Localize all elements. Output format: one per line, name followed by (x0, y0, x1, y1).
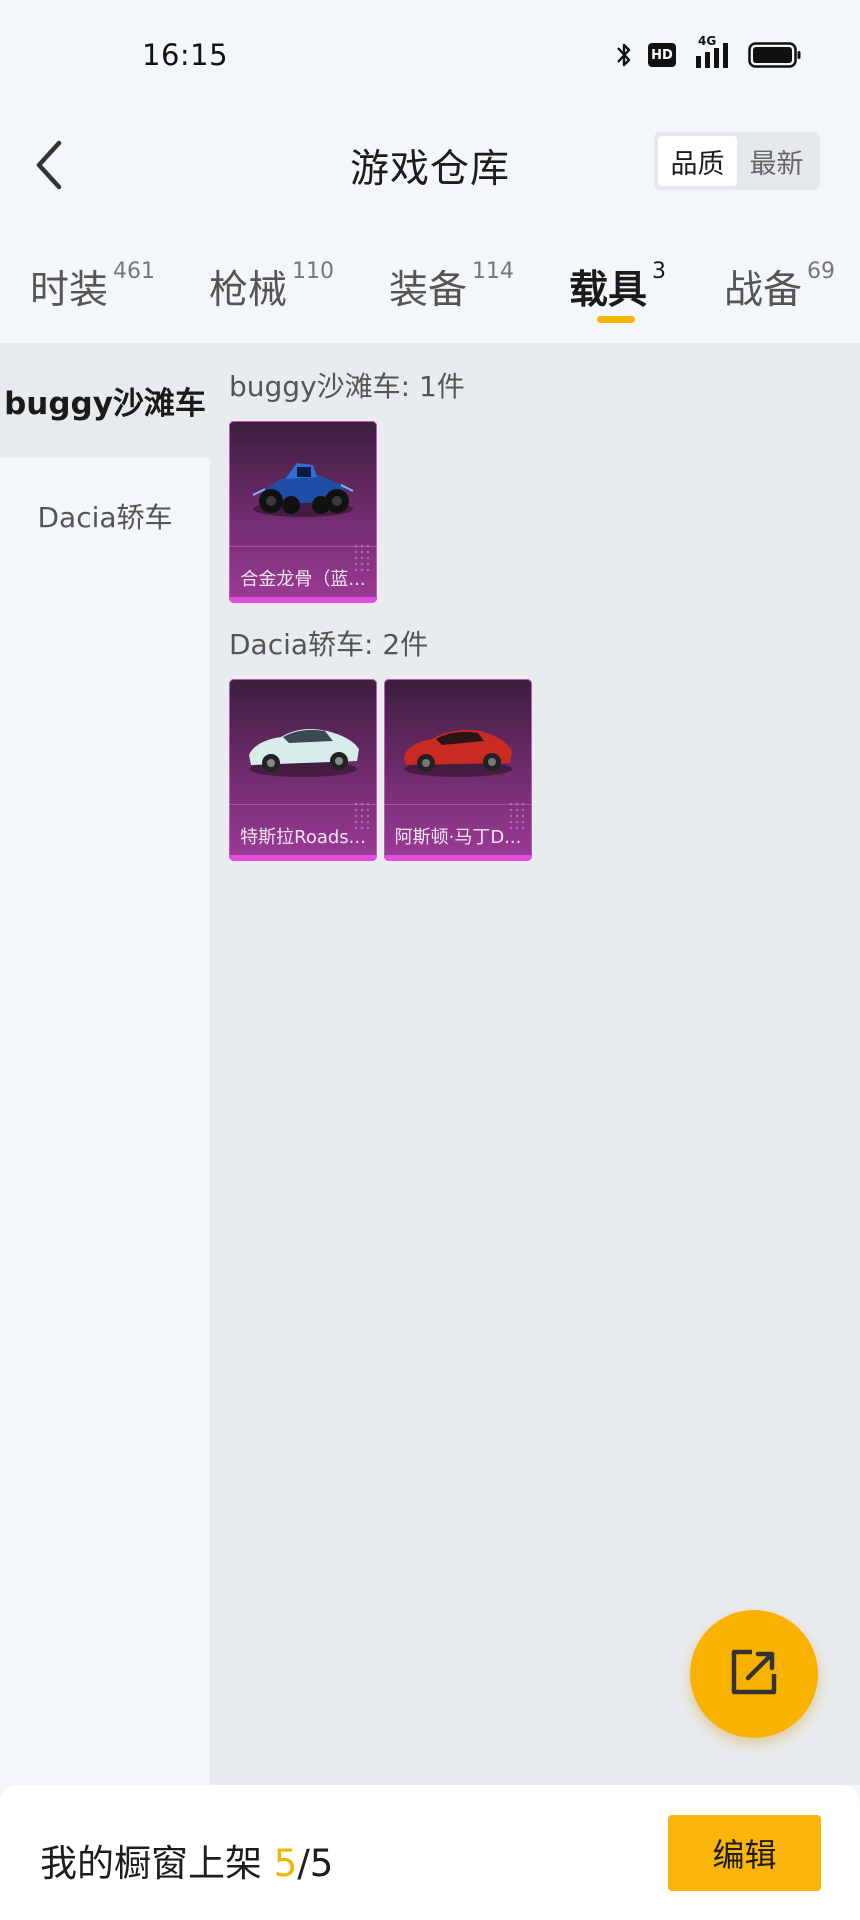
tab-supplies[interactable]: 战备 69 (724, 259, 835, 315)
group-title-dacia: Dacia轿车: 2件 (229, 628, 429, 661)
item-name: 合金龙骨（蓝... (240, 569, 366, 590)
status-bar: 16:15 HD 4G (0, 0, 860, 110)
red-sports-car-icon (396, 707, 520, 787)
share-icon (728, 1646, 780, 1702)
rarity-bar (229, 855, 377, 861)
sort-quality-option[interactable]: 品质 (658, 136, 737, 186)
tab-count: 114 (472, 259, 515, 284)
tab-count: 69 (807, 259, 836, 284)
bluetooth-icon (614, 40, 634, 70)
group-title-buggy: buggy沙滩车: 1件 (229, 370, 465, 403)
sidebar-item-dacia[interactable]: Dacia轿车 (0, 458, 210, 573)
bottom-bar: 我的橱窗上架 5/5 编辑 (0, 1785, 860, 1920)
tab-label: 枪械 (209, 268, 288, 313)
battery-icon (748, 41, 802, 69)
header: 游戏仓库 品质 最新 (0, 110, 860, 215)
rarity-bar (384, 855, 532, 861)
sidebar-item-buggy[interactable]: buggy沙滩车 (0, 343, 210, 458)
tab-weapons[interactable]: 枪械 110 (209, 259, 334, 315)
category-tabs: 时装 461 枪械 110 装备 114 载具 3 战备 69 (0, 215, 860, 343)
tab-label: 装备 (389, 268, 468, 313)
tab-fashion[interactable]: 时装 461 (30, 259, 155, 315)
showcase-label: 我的橱窗上架 (40, 1842, 274, 1885)
rarity-bar (229, 597, 377, 603)
item-card[interactable]: 合金龙骨（蓝... (229, 421, 377, 603)
tab-label: 载具 (569, 268, 648, 313)
hd-icon: HD (648, 43, 676, 67)
item-card[interactable]: 特斯拉Roads... (229, 679, 377, 861)
sort-toggle: 品质 最新 (654, 132, 820, 190)
tab-label: 战备 (724, 268, 803, 313)
tab-vehicles[interactable]: 载具 3 (569, 259, 666, 315)
item-list: buggy沙滩车: 1件 合金龙骨（蓝... Dacia轿车: 2件 特斯拉Ro… (210, 343, 860, 1785)
edit-button[interactable]: 编辑 (668, 1815, 821, 1891)
signal-4g-icon: 4G (690, 34, 734, 70)
share-button[interactable] (690, 1610, 818, 1738)
buggy-vehicle-icon (241, 449, 365, 529)
status-time: 16:15 (142, 38, 229, 72)
item-name: 阿斯顿·马丁D... (394, 827, 522, 848)
tab-label: 时装 (30, 268, 109, 313)
status-icons: HD 4G (614, 34, 802, 72)
white-sports-car-icon (241, 707, 365, 787)
sidebar: buggy沙滩车 Dacia轿车 (0, 343, 210, 1785)
sort-newest-option[interactable]: 最新 (737, 136, 816, 186)
item-card[interactable]: 阿斯顿·马丁D... (384, 679, 532, 861)
tab-count: 110 (292, 259, 335, 284)
showcase-status: 我的橱窗上架 5/5 (40, 1833, 333, 1887)
tab-count: 3 (652, 259, 667, 284)
showcase-total-count: /5 (297, 1842, 334, 1885)
item-name: 特斯拉Roads... (240, 827, 366, 848)
tab-count: 461 (113, 259, 156, 284)
showcase-current-count: 5 (273, 1842, 298, 1885)
active-tab-indicator (597, 316, 635, 323)
tab-equipment[interactable]: 装备 114 (389, 259, 514, 315)
